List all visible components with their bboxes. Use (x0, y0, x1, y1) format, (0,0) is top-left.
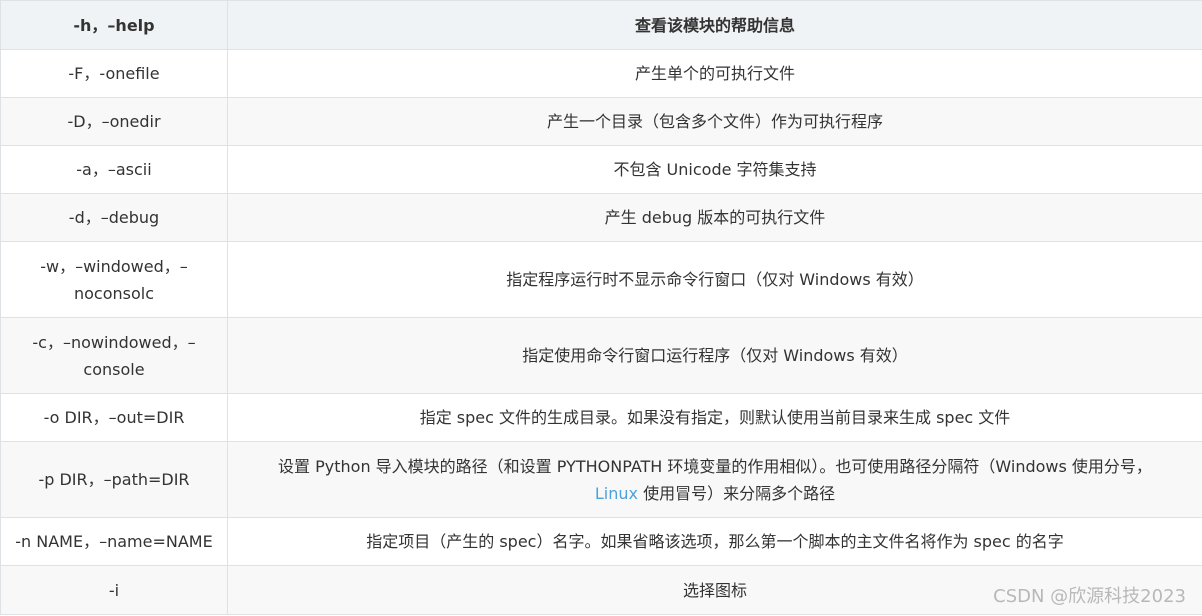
option-cell: -n NAME，–name=NAME (0, 517, 228, 566)
description-cell: 指定 spec 文件的生成目录。如果没有指定，则默认使用当前目录来生成 spec… (227, 393, 1202, 442)
description-cell: 设置 Python 导入模块的路径（和设置 PYTHONPATH 环境变量的作用… (227, 441, 1202, 518)
option-cell: -c，–nowindowed，– console (0, 317, 228, 394)
option-cell: -F，-onefile (0, 49, 228, 98)
description-cell: 不包含 Unicode 字符集支持 (227, 145, 1202, 194)
option-cell: -D，–onedir (0, 97, 228, 146)
table-row: -d，–debug 产生 debug 版本的可执行文件 (0, 193, 1202, 242)
linux-link[interactable]: Linux (595, 484, 638, 503)
option-cell: -p DIR，–path=DIR (0, 441, 228, 518)
description-cell: 指定使用命令行窗口运行程序（仅对 Windows 有效） (227, 317, 1202, 394)
table-row: -n NAME，–name=NAME 指定项目（产生的 spec）名字。如果省略… (0, 517, 1202, 566)
table-row: -i 选择图标 (0, 565, 1202, 615)
table-row: -c，–nowindowed，– console 指定使用命令行窗口运行程序（仅对… (0, 317, 1202, 394)
table-header-row: -h，–help 查看该模块的帮助信息 (0, 0, 1202, 50)
table-row: -a，–ascii 不包含 Unicode 字符集支持 (0, 145, 1202, 194)
options-table: -h，–help 查看该模块的帮助信息 -F，-onefile 产生单个的可执行… (0, 0, 1202, 615)
description-cell: 产生 debug 版本的可执行文件 (227, 193, 1202, 242)
option-cell: -a，–ascii (0, 145, 228, 194)
description-cell: 产生一个目录（包含多个文件）作为可执行程序 (227, 97, 1202, 146)
option-line: noconsolc (73, 283, 155, 303)
option-line: -c，–nowindowed，– (32, 332, 196, 352)
option-line: console (83, 359, 145, 379)
description-cell: 产生单个的可执行文件 (227, 49, 1202, 98)
table-row: -o DIR，–out=DIR 指定 spec 文件的生成目录。如果没有指定，则… (0, 393, 1202, 442)
description-cell: 指定项目（产生的 spec）名字。如果省略该选项，那么第一个脚本的主文件名将作为… (227, 517, 1202, 566)
description-line: 设置 Python 导入模块的路径（和设置 PYTHONPATH 环境变量的作用… (278, 456, 1152, 476)
table-row: -p DIR，–path=DIR 设置 Python 导入模块的路径（和设置 P… (0, 441, 1202, 518)
header-option: -h，–help (0, 0, 228, 50)
table-row: -D，–onedir 产生一个目录（包含多个文件）作为可执行程序 (0, 97, 1202, 146)
table-row: -w，–windowed，– noconsolc 指定程序运行时不显示命令行窗口（… (0, 241, 1202, 318)
table-row: -F，-onefile 产生单个的可执行文件 (0, 49, 1202, 98)
description-cell: 指定程序运行时不显示命令行窗口（仅对 Windows 有效） (227, 241, 1202, 318)
description-line: 使用冒号）来分隔多个路径 (638, 483, 836, 503)
option-line: -w，–windowed，– (40, 256, 188, 276)
header-description: 查看该模块的帮助信息 (227, 0, 1202, 50)
option-cell: -i (0, 565, 228, 615)
description-cell: 选择图标 (227, 565, 1202, 615)
option-cell: -w，–windowed，– noconsolc (0, 241, 228, 318)
option-cell: -o DIR，–out=DIR (0, 393, 228, 442)
option-cell: -d，–debug (0, 193, 228, 242)
